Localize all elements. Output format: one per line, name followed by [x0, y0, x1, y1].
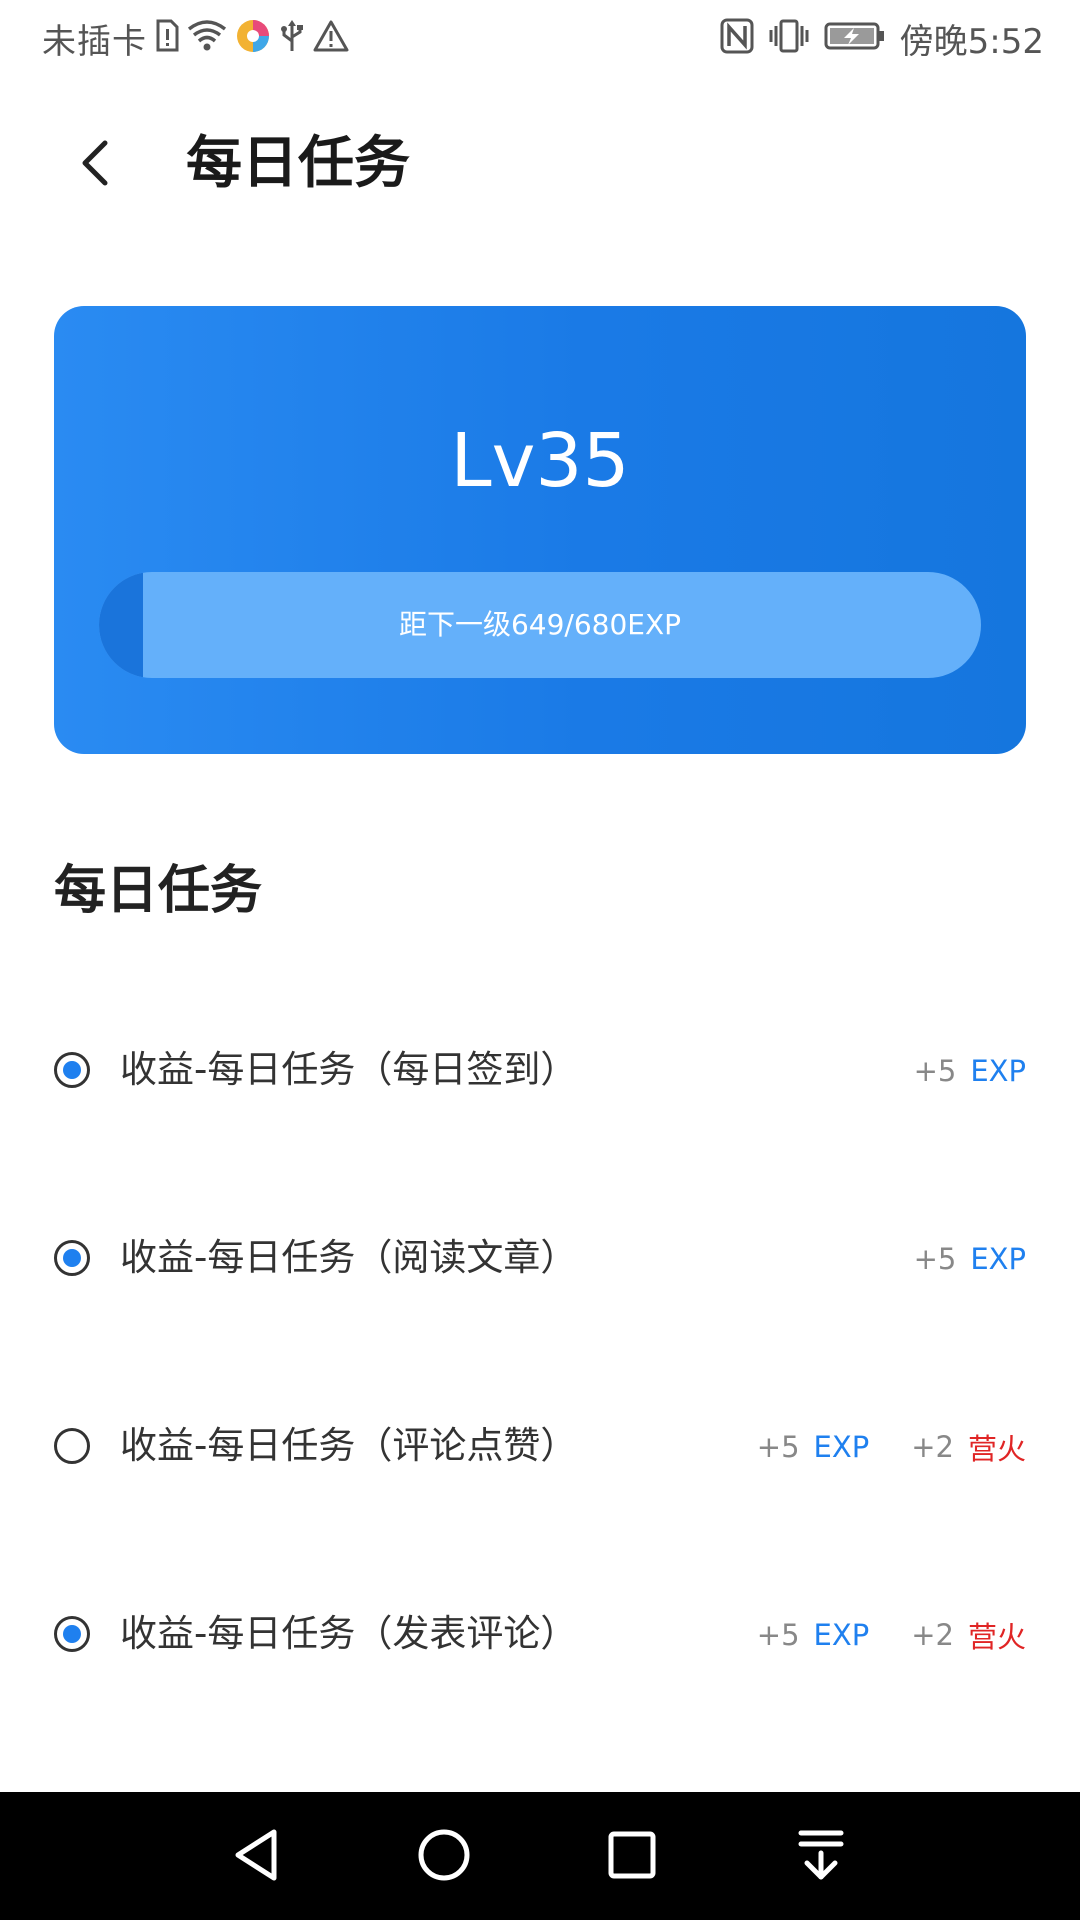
task-label: 收益-每日任务（发表评论）: [120, 1612, 578, 1655]
task-label: 收益-每日任务（阅读文章）: [120, 1236, 578, 1279]
task-rewards: +5 EXP: [914, 1236, 1026, 1282]
reward-unit: EXP: [813, 1430, 870, 1464]
wifi-icon: [187, 19, 227, 57]
radio-unchecked[interactable]: [54, 1428, 90, 1464]
reward-amount: +5: [756, 1618, 800, 1652]
task-row[interactable]: 收益-每日任务（每日签到） +5 EXP: [0, 1010, 1080, 1130]
app-notification-icon: [235, 18, 271, 58]
radio-dot: [63, 1249, 81, 1267]
nav-home-button[interactable]: [409, 1822, 479, 1892]
reward-unit: EXP: [970, 1054, 1026, 1088]
system-nav-bar: [0, 1792, 1080, 1920]
task-rewards: +5 EXP +2 营火: [757, 1424, 1026, 1470]
screen: 未插卡 傍晚5:52 每日任务 Lv35 距下一级649/680EXP 每日任务…: [0, 0, 1080, 1920]
page-title: 每日任务: [186, 131, 410, 196]
level-label: Lv35: [450, 418, 630, 504]
status-bar: 未插卡 傍晚5:52: [0, 0, 1080, 75]
exp-reward: +5 EXP: [757, 1430, 869, 1464]
header: 每日任务: [0, 110, 1080, 220]
nav-recents-button[interactable]: [597, 1822, 667, 1892]
back-arrow-icon: [75, 138, 115, 192]
reward-amount: +2: [911, 1430, 954, 1464]
carrier-label: 未插卡: [42, 21, 147, 62]
fire-reward: +2 营火: [911, 1614, 1026, 1656]
reward-unit: EXP: [970, 1242, 1026, 1276]
exp-reward: +5 EXP: [757, 1618, 869, 1652]
reward-unit: 营火: [967, 1432, 1026, 1466]
vibrate-icon: [768, 18, 810, 58]
clock: 傍晚5:52: [899, 21, 1044, 62]
section-title: 每日任务: [54, 861, 263, 921]
back-triangle-icon: [230, 1827, 282, 1887]
radio-checked[interactable]: [54, 1052, 90, 1088]
nav-back-button[interactable]: [221, 1822, 291, 1892]
task-label: 收益-每日任务（评论点赞）: [120, 1424, 578, 1467]
reward-unit: EXP: [813, 1618, 870, 1652]
reward-amount: +5: [756, 1430, 800, 1464]
task-row[interactable]: 收益-每日任务（阅读文章） +5 EXP: [0, 1198, 1080, 1318]
radio-checked[interactable]: [54, 1240, 90, 1276]
level-progress-text: 距下一级649/680EXP: [398, 608, 682, 641]
reward-amount: +5: [913, 1054, 957, 1088]
home-circle-icon: [416, 1827, 472, 1887]
battery-charging-icon: [824, 21, 886, 55]
back-button[interactable]: [60, 130, 130, 200]
task-rewards: +5 EXP +2 营火: [757, 1612, 1026, 1658]
reward-amount: +2: [911, 1618, 954, 1652]
status-left: 未插卡: [42, 14, 349, 62]
task-row[interactable]: 收益-每日任务（评论点赞） +5 EXP +2 营火: [0, 1386, 1080, 1506]
level-progress-bar: 距下一级649/680EXP: [99, 572, 981, 678]
warning-icon: [313, 19, 349, 57]
status-right: 傍晚5:52: [720, 14, 1044, 62]
task-rewards: +5 EXP: [914, 1048, 1026, 1094]
usb-icon: [279, 19, 305, 57]
task-label: 收益-每日任务（每日签到）: [120, 1048, 578, 1091]
notification-pulldown-icon: [795, 1827, 847, 1887]
fire-reward: +2 营火: [911, 1426, 1026, 1468]
radio-dot: [63, 1061, 81, 1079]
nav-notification-button[interactable]: [786, 1822, 856, 1892]
sim-alert-icon: [155, 19, 179, 57]
reward-amount: +5: [913, 1242, 957, 1276]
nfc-icon: [720, 18, 754, 58]
radio-dot: [63, 1625, 81, 1643]
reward-unit: 营火: [967, 1620, 1026, 1654]
recents-square-icon: [606, 1829, 658, 1885]
task-row[interactable]: 收益-每日任务（发表评论） +5 EXP +2 营火: [0, 1574, 1080, 1694]
exp-reward: +5 EXP: [914, 1242, 1026, 1276]
level-card: Lv35 距下一级649/680EXP: [54, 306, 1026, 754]
radio-checked[interactable]: [54, 1616, 90, 1652]
exp-reward: +5 EXP: [914, 1054, 1026, 1088]
